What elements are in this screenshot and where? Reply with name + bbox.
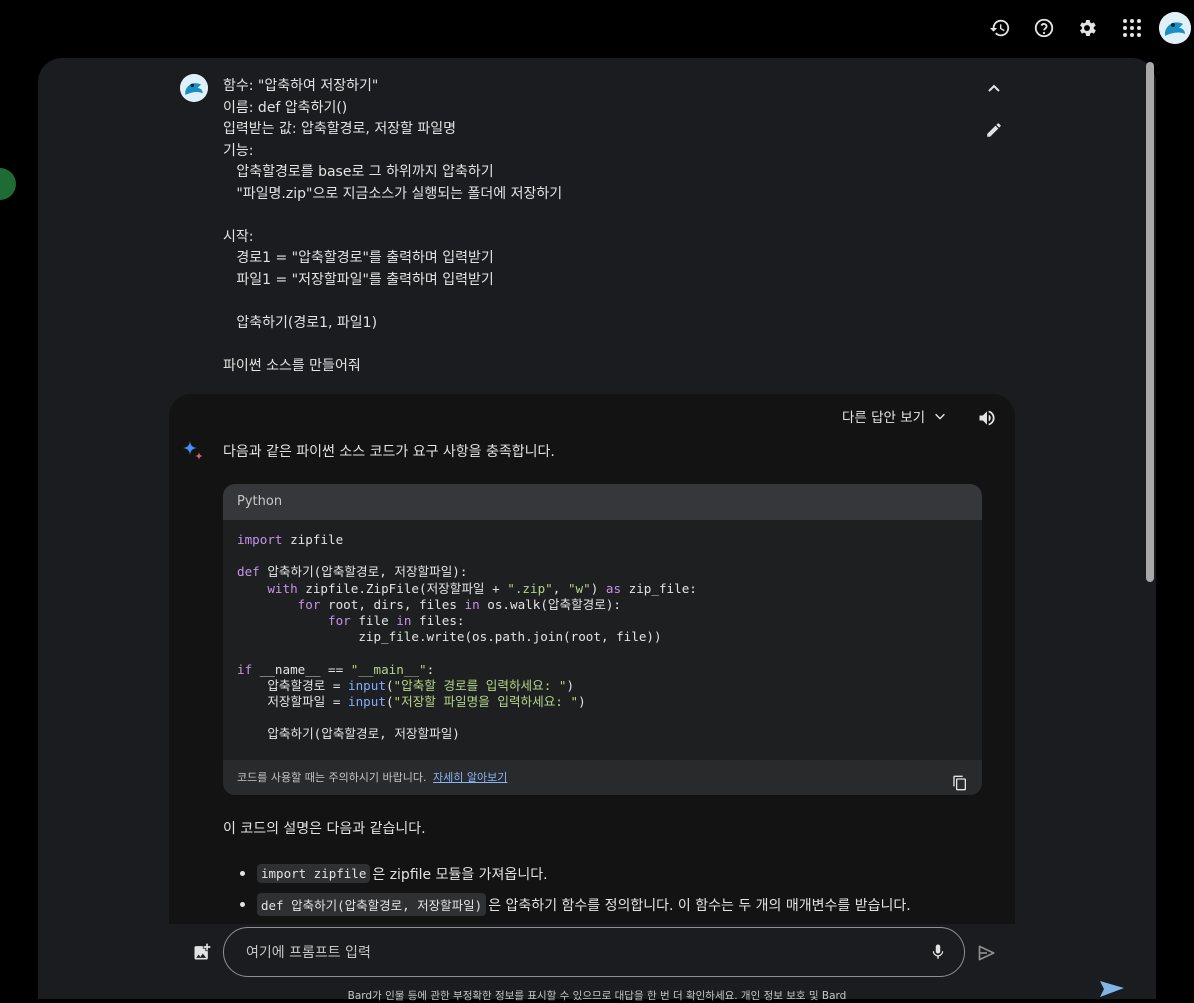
code-token: "저장할 파일명을 입력하세요: ": [393, 694, 579, 710]
edit-pencil-icon[interactable]: [983, 119, 1005, 141]
user-avatar: [180, 74, 208, 102]
bullet-text: 은 압축하기 함수를 정의합니다. 이 함수는 두 개의 매개변수를 받습니다.: [488, 897, 911, 914]
code-token: input: [348, 694, 386, 710]
code-block: Python import zipfile def 압축하기(압축할경로, 저장…: [223, 484, 982, 795]
code-token: in: [464, 596, 480, 612]
prompt-input-container: [223, 927, 965, 977]
code-token: "w": [567, 580, 591, 596]
inline-code: def 압축하기(압축할경로, 저장할파일): [257, 893, 487, 916]
inline-code: import zipfile: [257, 864, 371, 883]
apps-grid-icon[interactable]: [1119, 15, 1145, 41]
list-item: def 압축하기(압축할경로, 저장할파일) 은 압축하기 함수를 정의합니다.…: [223, 889, 1003, 920]
code-token: for: [297, 596, 321, 612]
collapse-chevron-up-icon[interactable]: [983, 78, 1005, 100]
code-language-label: Python: [223, 484, 982, 520]
settings-icon[interactable]: [1074, 15, 1100, 41]
code-token: "__main__": [350, 661, 427, 677]
scrollbar[interactable]: [1146, 62, 1154, 582]
prompt-line: 함수: "압축하여 저장하기": [223, 78, 379, 94]
code-caution-text: 코드를 사용할 때는 주의하시기 바랍니다.: [237, 771, 427, 784]
code-token: for: [328, 613, 351, 629]
prompt-line: 파일1 = "저장할파일"를 출력하며 입력받기: [223, 271, 494, 288]
list-item: import zipfile 은 zipfile 모듈을 가져옵니다.: [223, 858, 1003, 889]
response-intro: 다음과 같은 파이썬 소스 코드가 요구 사항을 충족합니다.: [223, 444, 555, 460]
prompt-line: 압축할경로를 base로 그 하위까지 압축하기: [223, 164, 494, 180]
explanation-intro: 이 코드의 설명은 다음과 같습니다.: [223, 821, 426, 837]
code-token: as: [605, 580, 622, 596]
code-token: ".zip": [507, 580, 553, 596]
prompt-line: [223, 205, 963, 227]
microphone-icon[interactable]: [927, 941, 949, 963]
bullet-text: 은 zipfile 모듈을 가져옵니다.: [372, 866, 548, 883]
code-token: in: [396, 613, 412, 629]
code-token: def: [237, 564, 260, 580]
prompt-line: 압축하기(경로1, 파일1): [223, 314, 378, 331]
prompt-line: "파일명.zip"으로 지금소스가 실행되는 폴더에 저장하기: [223, 185, 563, 202]
prompt-input[interactable]: [244, 940, 888, 966]
prompt-line: 파이썬 소스를 만들어줘: [223, 357, 361, 374]
user-prompt: 함수: "압축하여 저장하기" 이름: def 압축하기() 입력받는 값: 압…: [223, 76, 963, 377]
image-upload-icon[interactable]: [191, 941, 213, 963]
help-icon[interactable]: [1031, 15, 1057, 41]
prompt-line: 입력받는 값: 압축할경로, 저장할 파일명: [223, 121, 457, 137]
code-token: if: [237, 661, 253, 677]
prompt-line: [223, 291, 963, 313]
code-token: input: [348, 677, 386, 693]
bullet-dot: [240, 902, 245, 907]
code-footer: 코드를 사용할 때는 주의하시기 바랍니다. 자세히 알아보기: [223, 760, 982, 795]
chevron-down-icon: [935, 413, 945, 420]
prompt-line: [223, 334, 963, 356]
disclaimer-text: Bard가 인물 등에 관한 부정확한 정보를 표시할 수 있으므로 대답을 한…: [347, 990, 847, 1002]
prompt-line: 이름: def 압축하기(): [223, 99, 348, 116]
code-token: import: [237, 532, 283, 547]
code-token: "압축할 경로를 입력하세요: ": [393, 677, 567, 693]
explanation-list: import zipfile 은 zipfile 모듈을 가져옵니다. def …: [223, 858, 1003, 920]
speaker-icon[interactable]: [976, 407, 998, 429]
code-content: import zipfile def 압축하기(압축할경로, 저장할파일): w…: [237, 532, 697, 742]
view-other-drafts-button[interactable]: 다른 답안 보기: [842, 406, 947, 426]
account-avatar[interactable]: [1159, 12, 1191, 44]
copy-icon[interactable]: [952, 770, 968, 791]
bullet-dot: [240, 871, 245, 876]
history-icon[interactable]: [987, 15, 1013, 41]
side-decoration: [0, 168, 16, 200]
learn-more-link[interactable]: 자세히 알아보기: [433, 771, 507, 784]
prompt-line: 경로1 = "압축할경로"를 출력하며 입력받기: [223, 250, 494, 266]
drafts-label: 다른 답안 보기: [842, 410, 926, 426]
top-bar: [0, 0, 1194, 58]
bard-sparkle-icon: [181, 439, 205, 463]
send-icon[interactable]: [975, 941, 999, 965]
code-token: with: [267, 580, 298, 596]
prompt-line: 시작:: [223, 228, 254, 245]
prompt-line: 기능:: [223, 142, 254, 159]
